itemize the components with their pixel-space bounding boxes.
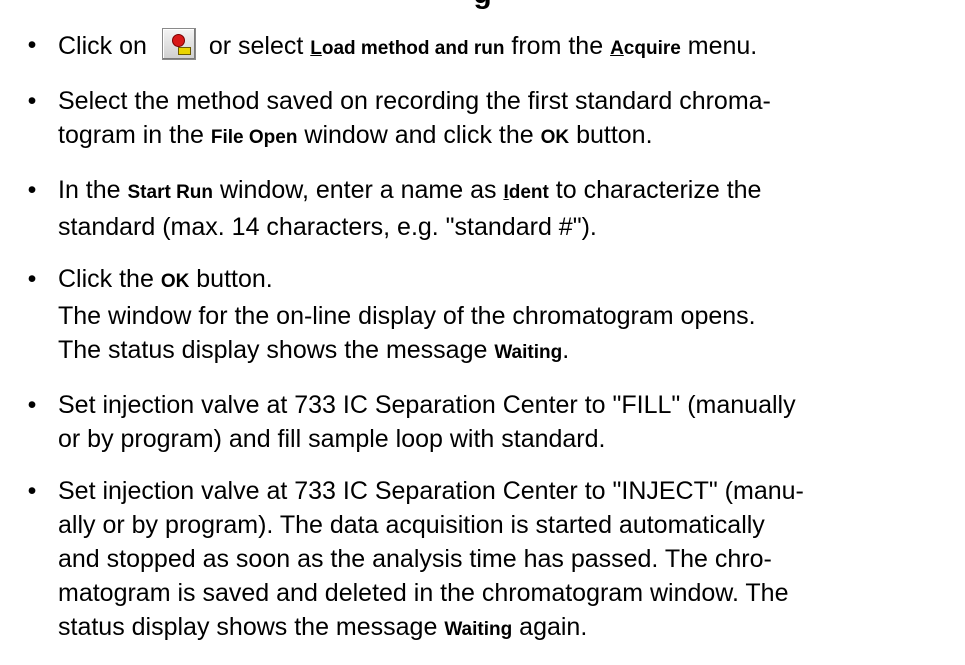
page-title: g xyxy=(0,0,965,14)
text-run: from the xyxy=(504,32,611,60)
text-run: status display shows the message xyxy=(58,613,445,641)
ui-term: OK xyxy=(160,271,190,292)
text-run: togram in the xyxy=(58,121,211,149)
text-run: button. xyxy=(189,265,273,293)
text-run: Select the method saved on recording the… xyxy=(58,87,771,115)
bullet: • xyxy=(27,176,37,204)
text-run: to characterize the xyxy=(548,176,762,204)
text-run: window, enter a name as xyxy=(213,176,504,204)
ui-term: Start Run xyxy=(127,182,214,203)
ui-term: File Open xyxy=(210,127,298,148)
text-run: Set injection valve at 733 IC Separation… xyxy=(58,477,804,505)
text-run: button. xyxy=(569,121,653,149)
instruction-list: • Click on or select Load method and run … xyxy=(22,28,962,665)
bullet: • xyxy=(27,31,37,59)
text-run: matogram is saved and deleted in the chr… xyxy=(58,579,789,607)
ui-term: Waiting xyxy=(494,342,563,363)
text-run: again. xyxy=(512,613,588,641)
text-run: and stopped as soon as the analysis time… xyxy=(58,545,772,573)
ui-term: dent xyxy=(508,182,549,203)
list-item: • Set injection valve at 733 IC Separatio… xyxy=(22,474,962,647)
text-run: ally or by program). The data acquisitio… xyxy=(58,511,765,539)
list-item: • Click on or select Load method and run … xyxy=(22,28,962,66)
ui-term: A xyxy=(610,38,624,59)
text-run: . xyxy=(562,336,570,364)
text-run: window and click the xyxy=(297,121,541,149)
list-item: • Select the method saved on recording th… xyxy=(22,84,962,155)
text-run: Click the xyxy=(58,265,161,293)
ui-term: Waiting xyxy=(444,619,513,640)
ui-term: cquire xyxy=(623,38,681,59)
bullet: • xyxy=(27,391,37,419)
ui-term: OK xyxy=(540,127,570,148)
list-item: • Set injection valve at 733 IC Separatio… xyxy=(22,388,962,456)
list-item: • In the Start Run window, enter a name a… xyxy=(22,173,962,244)
bullet: • xyxy=(27,87,37,115)
text-run: or by program) and fill sample loop with… xyxy=(58,425,606,453)
ui-term: oad method and run xyxy=(321,38,505,59)
text-run: standard (max. 14 characters, e.g. "stan… xyxy=(58,213,597,241)
bullet: • xyxy=(27,477,37,505)
text-run: Set injection valve at 733 IC Separation… xyxy=(58,391,796,419)
text-run: In the xyxy=(58,176,128,204)
list-item: • Click the OK button. The window for the … xyxy=(22,262,962,370)
text-run: The window for the on-line display of th… xyxy=(58,302,756,330)
text-run: or select xyxy=(201,32,311,60)
bullet: • xyxy=(27,265,37,293)
text-run: The status display shows the message xyxy=(58,336,495,364)
load-run-icon[interactable] xyxy=(161,28,196,60)
text-run: Click on xyxy=(58,32,154,60)
text-run: menu. xyxy=(680,32,758,60)
ui-term: L xyxy=(310,38,322,59)
